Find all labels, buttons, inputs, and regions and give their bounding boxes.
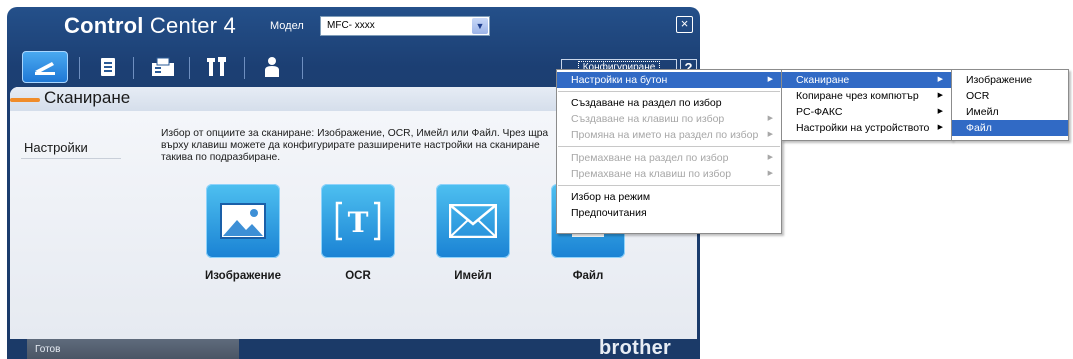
email-label: Имейл bbox=[454, 270, 492, 282]
fax-icon bbox=[152, 57, 174, 76]
tools-icon bbox=[207, 57, 226, 76]
person-icon bbox=[265, 57, 279, 77]
menu-item-file[interactable]: Файл bbox=[952, 120, 1068, 136]
ocr-icon: T bbox=[335, 201, 381, 241]
toolbar-divider bbox=[79, 57, 80, 79]
email-button[interactable] bbox=[436, 184, 510, 258]
menu-item-remove-custom-button: Премахване на клавиш по избор ▶ bbox=[571, 168, 773, 180]
submenu-arrow-icon: ▶ bbox=[767, 131, 773, 138]
menu-item-preferences[interactable]: Предпочитания bbox=[557, 205, 781, 221]
model-select-value: MFC- xxxx bbox=[327, 20, 375, 31]
tab-scan[interactable] bbox=[22, 51, 68, 83]
toolbar-divider bbox=[244, 57, 245, 79]
model-label: Модел bbox=[270, 20, 304, 32]
brother-logo: brother bbox=[599, 337, 672, 359]
menu-separator bbox=[558, 146, 780, 147]
status-text: Готов bbox=[35, 344, 61, 355]
submenu-arrow-icon: ▶ bbox=[937, 108, 943, 115]
app-title: Control Center 4 bbox=[64, 13, 236, 38]
submenu-arrow-icon: ▶ bbox=[937, 76, 943, 83]
close-button[interactable]: × bbox=[676, 16, 693, 33]
menu-separator bbox=[558, 185, 780, 186]
menu-item-button-settings[interactable]: Настройки на бутон ▶ bbox=[557, 72, 781, 88]
submenu-arrow-icon: ▶ bbox=[767, 115, 773, 122]
ocr-button[interactable]: T bbox=[321, 184, 395, 258]
image-button[interactable] bbox=[206, 184, 280, 258]
scan-description: Избор от опциите за сканиране: Изображен… bbox=[161, 128, 549, 163]
document-icon bbox=[101, 58, 115, 76]
submenu-arrow-icon: ▶ bbox=[937, 124, 943, 131]
tab-fax[interactable] bbox=[140, 51, 186, 83]
divider bbox=[21, 158, 121, 159]
image-icon bbox=[220, 203, 266, 239]
scan-icon bbox=[35, 62, 55, 75]
settings-label: Настройки bbox=[24, 140, 88, 155]
title-bar: Control Center 4 Модел MFC- xxxx ▼ × bbox=[7, 7, 700, 47]
status-area: Готов bbox=[27, 339, 239, 359]
menu-separator bbox=[558, 91, 780, 92]
menu-item-ocr[interactable]: OCR bbox=[952, 88, 1068, 104]
menu-item-email[interactable]: Имейл bbox=[952, 104, 1068, 120]
menu-item-create-custom-button: Създаване на клавиш по избор ▶ bbox=[571, 113, 773, 125]
menu-item-rename-custom-tab: Промяна на името на раздел по избор ▶ bbox=[571, 129, 773, 141]
menu-item-pc-copy[interactable]: Копиране чрез компютър ▶ bbox=[782, 88, 951, 104]
submenu-arrow-icon: ▶ bbox=[937, 92, 943, 99]
file-label: Файл bbox=[572, 270, 604, 282]
chevron-down-icon[interactable]: ▼ bbox=[472, 18, 488, 34]
section-title: Сканиране bbox=[44, 88, 131, 107]
menu-item-image[interactable]: Изображение bbox=[952, 72, 1068, 88]
submenu-arrow-icon: ▶ bbox=[767, 170, 773, 177]
button-settings-submenu: Сканиране ▶ Копиране чрез компютър ▶ PC-ФА… bbox=[781, 69, 952, 141]
menu-item-create-custom-tab[interactable]: Създаване на раздел по избор bbox=[557, 95, 781, 111]
toolbar-divider bbox=[189, 57, 190, 79]
tab-device-settings[interactable] bbox=[194, 51, 240, 83]
submenu-arrow-icon: ▶ bbox=[767, 76, 773, 83]
email-icon bbox=[449, 204, 497, 238]
tab-pc-copy[interactable] bbox=[85, 51, 131, 83]
toolbar-divider bbox=[133, 57, 134, 79]
scan-submenu: Изображение OCR Имейл Файл bbox=[951, 69, 1069, 141]
ocr-label: OCR bbox=[345, 270, 371, 282]
model-select[interactable]: MFC- xxxx ▼ bbox=[320, 16, 490, 36]
tab-support[interactable] bbox=[249, 51, 295, 83]
menu-item-scan[interactable]: Сканиране ▶ bbox=[782, 72, 951, 88]
toolbar-divider bbox=[302, 57, 303, 79]
menu-item-mode-select[interactable]: Избор на режим bbox=[557, 189, 781, 205]
status-bar: Готов brother bbox=[7, 337, 700, 359]
image-label: Изображение bbox=[204, 270, 282, 282]
configure-menu: Настройки на бутон ▶ Създаване на раздел … bbox=[556, 69, 782, 234]
section-accent bbox=[10, 98, 40, 102]
menu-item-pc-fax[interactable]: PC-ФАКС ▶ bbox=[782, 104, 951, 120]
menu-item-device-settings[interactable]: Настройки на устройството ▶ bbox=[782, 120, 951, 136]
submenu-arrow-icon: ▶ bbox=[767, 154, 773, 161]
svg-text:T: T bbox=[348, 206, 369, 239]
menu-item-remove-custom-tab: Премахване на раздел по избор ▶ bbox=[571, 152, 773, 164]
